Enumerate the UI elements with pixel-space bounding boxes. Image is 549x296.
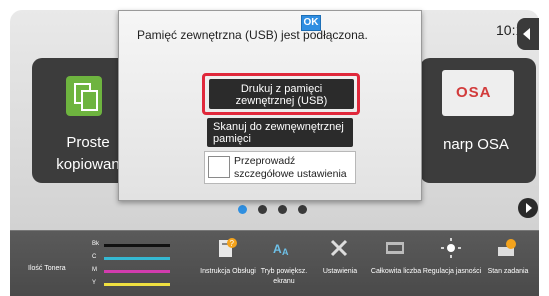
chevron-left-icon <box>523 28 530 40</box>
manual-button[interactable]: ? Instrukcja Obsługi <box>200 235 256 295</box>
svg-text:?: ? <box>230 239 235 248</box>
page-dot[interactable] <box>238 205 247 214</box>
counter-icon <box>386 242 404 254</box>
toner-row-bk: Bk <box>92 240 172 250</box>
svg-text:A: A <box>282 247 289 257</box>
toner-level[interactable]: Ilość Tonera Bk C M Y <box>16 237 176 293</box>
zoom-mode-button[interactable]: A A Tryb powiększ. ekranu <box>256 235 312 295</box>
settings-button[interactable]: Ustawienia <box>312 235 368 295</box>
toner-row-c: C <box>92 253 172 263</box>
manual-icon: ? <box>219 238 237 257</box>
scan-to-usb-button[interactable]: Skanuj do zewnęwnętrznej pamięci <box>207 118 353 147</box>
settings-tools-icon <box>330 239 348 257</box>
bottom-bar: Ilość Tonera Bk C M Y ? Instrukcja Obsłu… <box>10 230 539 296</box>
copy-icon <box>66 76 102 116</box>
detailed-settings-option[interactable]: Przeprowadź szczegółowe ustawienia <box>204 151 356 184</box>
page-dot[interactable] <box>278 205 287 214</box>
usb-connected-dialog: Pamięć zewnętrzna (USB) jest podłączona.… <box>118 10 422 201</box>
job-status-icon <box>498 239 516 256</box>
toner-row-m: M <box>92 266 172 276</box>
brightness-button[interactable]: Regulacja jasności <box>423 235 481 295</box>
sharp-osa-tile[interactable]: OSA narp OSA <box>420 58 536 183</box>
home-screen: 10:15 Proste kopiowan OSA narp OSA Ilość… <box>0 0 549 296</box>
next-page-button[interactable] <box>518 198 538 218</box>
job-status-button[interactable]: Stan zadania <box>480 235 536 295</box>
zoom-text-icon: A A <box>273 242 289 257</box>
svg-text:A: A <box>273 242 282 256</box>
page-dot[interactable] <box>258 205 267 214</box>
dialog-message: Pamięć zewnętrzna (USB) jest podłączona. <box>137 28 368 42</box>
osa-logo-icon: OSA <box>442 70 514 116</box>
ok-button[interactable]: OK <box>301 15 321 31</box>
toner-row-y: Y <box>92 279 172 289</box>
tile-label-sharp-osa: narp OSA <box>443 136 509 153</box>
page-indicator <box>238 205 307 214</box>
page-dot[interactable] <box>298 205 307 214</box>
side-panel-tab[interactable] <box>517 18 539 50</box>
detailed-settings-checkbox[interactable] <box>208 156 230 178</box>
toner-label: Ilość Tonera <box>28 265 66 272</box>
brightness-icon <box>441 238 461 258</box>
detailed-settings-label: Przeprowadź szczegółowe ustawienia <box>234 155 347 180</box>
total-count-button[interactable]: Całkowita liczba <box>368 235 424 295</box>
print-from-usb-button[interactable]: Drukuj z pamięci zewnętrznej (USB) <box>209 79 354 109</box>
